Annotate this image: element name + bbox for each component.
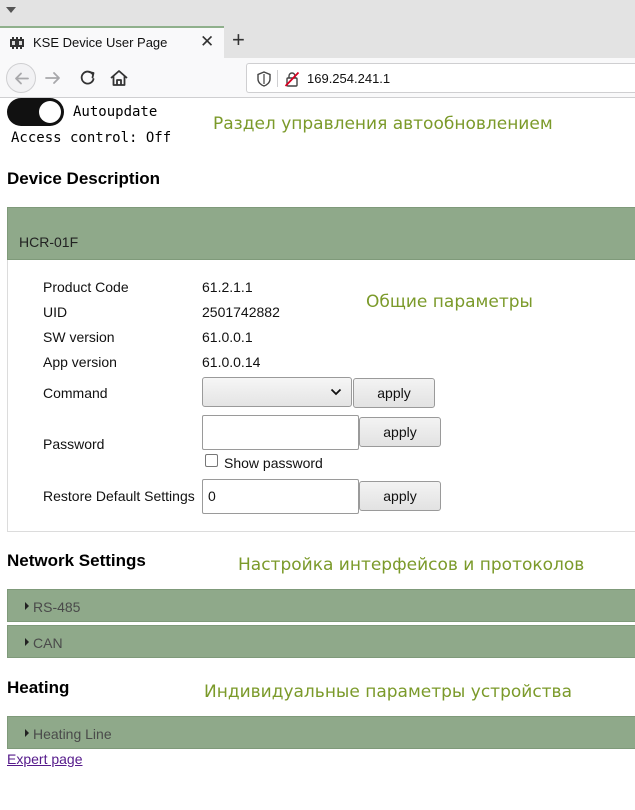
- annotation-network-params: Настройка интерфейсов и протоколов: [238, 555, 585, 575]
- back-button[interactable]: [6, 63, 36, 93]
- sw-version-label: SW version: [43, 329, 115, 345]
- heating-line-accordion[interactable]: Heating Line: [7, 716, 635, 749]
- show-password-checkbox[interactable]: [205, 454, 218, 467]
- tab-favicon-icon: [10, 37, 24, 49]
- device-description-heading: Device Description: [7, 169, 161, 188]
- annotation-device-params: Индивидуальные параметры устройства: [204, 682, 572, 702]
- uid-label: UID: [43, 304, 68, 320]
- rs485-accordion-label: RS-485: [33, 599, 81, 615]
- autoupdate-toggle[interactable]: [7, 98, 64, 126]
- annotation-autoupdate-section: Раздел управления автообновлением: [213, 114, 553, 134]
- network-settings-heading: Network Settings: [7, 551, 146, 570]
- autoupdate-label: Autoupdate: [73, 104, 158, 120]
- restore-defaults-label: Restore Default Settings: [43, 488, 195, 504]
- command-select[interactable]: [202, 377, 352, 407]
- address-bar-divider: [277, 70, 278, 87]
- arrow-left-icon: [15, 72, 29, 85]
- window-menu-icon[interactable]: [6, 7, 16, 13]
- command-apply-button[interactable]: apply: [353, 378, 435, 408]
- expert-page-link[interactable]: Expert page: [7, 751, 83, 767]
- product-code-value: 61.2.1.1: [202, 279, 253, 295]
- insecure-lock-icon[interactable]: [284, 71, 300, 87]
- heating-heading: Heating: [7, 678, 70, 697]
- can-accordion-label: CAN: [33, 635, 63, 651]
- url-text[interactable]: 169.254.241.1: [307, 71, 390, 86]
- tab-title: KSE Device User Page: [33, 35, 168, 50]
- home-icon: [110, 70, 128, 86]
- address-bar[interactable]: 169.254.241.1: [246, 63, 635, 93]
- shield-icon[interactable]: [257, 71, 271, 87]
- expand-triangle-icon: [25, 638, 29, 646]
- expand-triangle-icon: [25, 729, 29, 737]
- expand-triangle-icon: [25, 602, 29, 610]
- restore-defaults-input[interactable]: 0: [202, 479, 359, 514]
- toggle-knob: [39, 101, 61, 123]
- forward-button[interactable]: [40, 63, 68, 93]
- restore-apply-button[interactable]: apply: [359, 481, 441, 511]
- uid-value: 2501742882: [202, 304, 280, 320]
- device-panel-header[interactable]: HCR-01F: [7, 207, 635, 260]
- chevron-down-icon: [330, 388, 342, 396]
- heating-line-accordion-label: Heating Line: [33, 726, 112, 742]
- password-apply-button[interactable]: apply: [359, 417, 441, 447]
- close-tab-icon[interactable]: ✕: [200, 32, 214, 52]
- password-label: Password: [43, 436, 105, 452]
- new-tab-button[interactable]: +: [232, 27, 245, 53]
- window-titlebar: [0, 0, 635, 26]
- reload-icon: [80, 70, 95, 85]
- annotation-general-params: Общие параметры: [366, 292, 533, 312]
- product-code-label: Product Code: [43, 279, 129, 295]
- access-control-status: Access control: Off: [11, 130, 172, 146]
- can-accordion[interactable]: CAN: [7, 625, 635, 658]
- sw-version-value: 61.0.0.1: [202, 329, 253, 345]
- command-label: Command: [43, 385, 108, 401]
- rs485-accordion[interactable]: RS-485: [7, 589, 635, 622]
- arrow-right-icon: [45, 72, 60, 84]
- app-version-value: 61.0.0.14: [202, 354, 261, 370]
- device-name: HCR-01F: [19, 234, 79, 250]
- password-input[interactable]: [202, 415, 359, 450]
- app-version-label: App version: [43, 354, 117, 370]
- home-button[interactable]: [105, 63, 133, 93]
- navigation-toolbar: 169.254.241.1: [0, 58, 635, 98]
- show-password-label: Show password: [224, 455, 323, 471]
- reload-button[interactable]: [74, 63, 102, 93]
- browser-tab[interactable]: KSE Device User Page ✕: [0, 26, 224, 58]
- tab-strip: KSE Device User Page ✕ +: [0, 26, 635, 58]
